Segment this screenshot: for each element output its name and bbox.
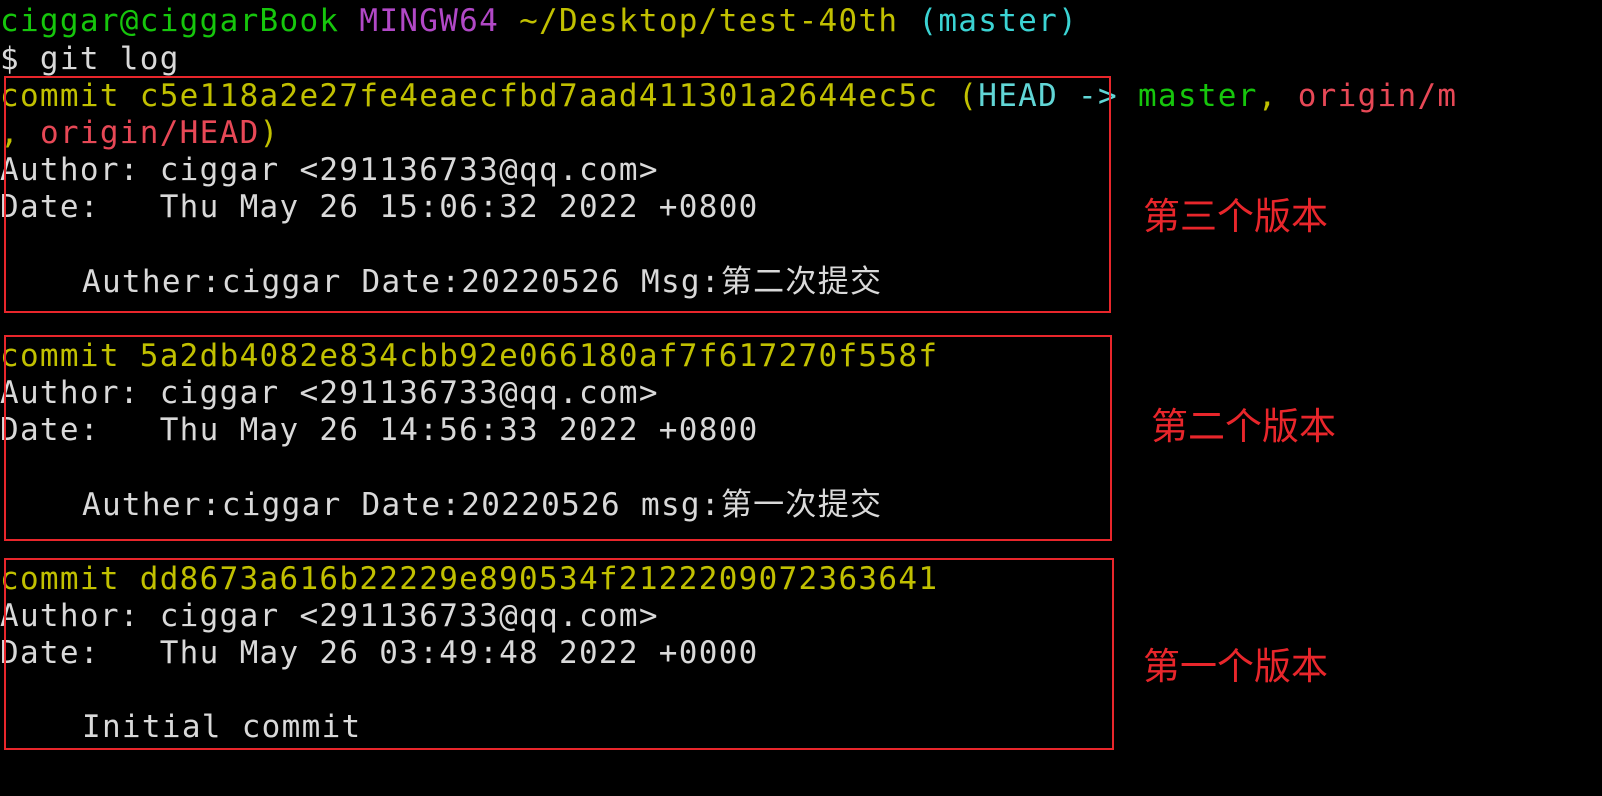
commit-highlight-box (4, 335, 1112, 541)
ref-master: master (1137, 78, 1258, 114)
prompt-path: ~/Desktop/test-40th (519, 3, 899, 39)
prompt-shell: MINGW64 (359, 3, 500, 39)
version-annotation: 第一个版本 (1143, 645, 1328, 688)
commit-highlight-box (4, 76, 1111, 313)
ref-origin-master: origin/m (1297, 78, 1458, 114)
prompt-branch: (master) (918, 3, 1079, 39)
command-line: $ git log (0, 41, 180, 77)
commit-highlight-box (4, 558, 1114, 750)
prompt-user-host: ciggar@ciggarBook (0, 3, 340, 39)
prompt-line: ciggar@ciggarBook MINGW64 ~/Desktop/test… (0, 2, 1078, 40)
version-annotation: 第三个版本 (1143, 195, 1328, 238)
version-annotation: 第二个版本 (1151, 405, 1336, 448)
ref-separator: , (1257, 78, 1298, 114)
